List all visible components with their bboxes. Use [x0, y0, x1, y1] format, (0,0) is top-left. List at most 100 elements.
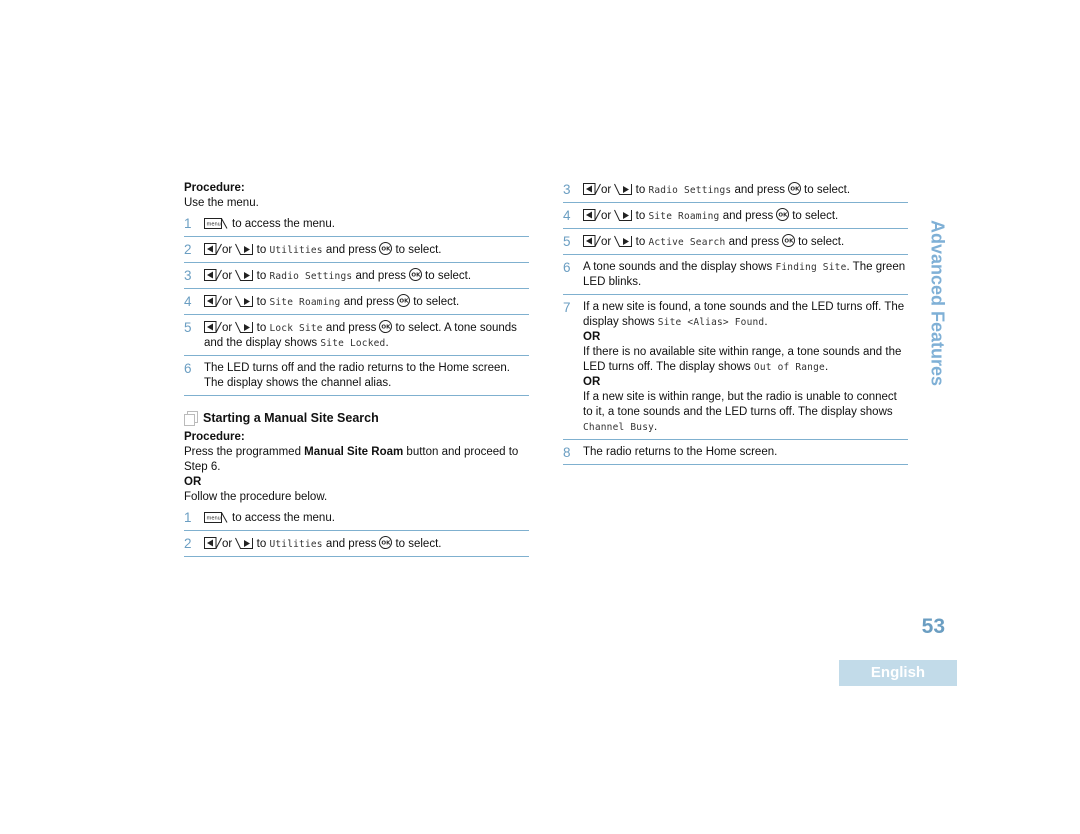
step-number: 2: [184, 536, 192, 551]
outcome-channel-busy: If a new site is within range, but the r…: [583, 391, 897, 433]
step-number: 3: [184, 268, 192, 283]
ok-key-icon: [788, 182, 802, 195]
or-text: or: [601, 236, 612, 248]
left-arrow-key-icon: [204, 295, 222, 307]
step-number: 3: [563, 182, 571, 197]
step-number: 7: [563, 300, 571, 315]
step-number: 1: [184, 216, 192, 231]
press-text: and press: [343, 296, 395, 308]
step-text: The radio returns to the Home screen.: [583, 446, 778, 458]
step-2: 2 or to Utilities and press to select.: [184, 536, 529, 557]
button-name: Manual Site Roam: [304, 446, 404, 458]
left-arrow-key-icon: [204, 269, 222, 281]
right-arrow-key-icon: [235, 269, 254, 281]
or-text: or: [222, 538, 233, 550]
display-text: Active Search: [648, 237, 726, 248]
step-4: 4 or to Site Roaming and press to select.: [184, 294, 529, 315]
step-tail: to select.: [395, 244, 442, 256]
display-text: Channel Busy: [583, 422, 655, 433]
step-number: 8: [563, 445, 571, 460]
left-arrow-key-icon: [583, 183, 601, 195]
right-arrow-key-icon: [235, 537, 254, 549]
left-arrow-key-icon: [583, 209, 601, 221]
step-3: 3 or to Radio Settings and press to selec…: [184, 268, 529, 289]
step-text: The LED turns off and the radio returns …: [204, 362, 510, 389]
chapter-side-tab: Advanced Features: [922, 220, 952, 400]
press-text: and press: [325, 538, 377, 550]
procedure-label: Procedure:: [184, 431, 245, 443]
procedure-intro: Use the menu.: [184, 197, 259, 209]
step-text: A tone sounds and the display shows: [583, 261, 773, 273]
step-2: 2 or to Utilities and press to select.: [184, 242, 529, 263]
follow-text: Follow the procedure below.: [184, 491, 328, 503]
left-arrow-key-icon: [583, 235, 601, 247]
display-text: Utilities: [269, 539, 323, 550]
press-text: and press: [355, 270, 407, 282]
to-text: to: [635, 184, 646, 196]
press-text: and press: [325, 322, 377, 334]
ok-key-icon: [782, 234, 796, 247]
outcome-found: If a new site is found, a tone sounds an…: [583, 301, 905, 328]
display-text: Radio Settings: [269, 271, 353, 282]
step-number: 6: [184, 361, 192, 376]
section-title-text: Starting a Manual Site Search: [203, 411, 379, 425]
display-text: Finding Site: [775, 262, 847, 273]
left-arrow-key-icon: [204, 243, 222, 255]
step-7: 7 If a new site is found, a tone sounds …: [563, 300, 908, 440]
step-tail: to select.: [792, 210, 839, 222]
ok-key-icon: [409, 268, 423, 281]
or-label: OR: [583, 331, 601, 343]
step-text: to access the menu.: [232, 218, 335, 230]
right-arrow-key-icon: [614, 235, 633, 247]
step-number: 2: [184, 242, 192, 257]
or-text: or: [222, 270, 233, 282]
ok-key-icon: [776, 208, 790, 221]
step-number: 4: [563, 208, 571, 223]
step-number: 5: [184, 320, 192, 335]
step-text: If there is no available site within ran…: [583, 346, 902, 373]
step-1: 1 to access the menu.: [184, 216, 529, 237]
to-text: to: [635, 210, 646, 222]
display-text: Site <Alias> Found: [657, 317, 765, 328]
to-text: to: [256, 244, 267, 256]
step-end: .: [385, 337, 389, 349]
ok-key-icon: [379, 242, 393, 255]
step-5: 5 or to Active Search and press to select…: [563, 234, 908, 255]
chapter-title: Advanced Features: [927, 220, 948, 387]
press-text: and press: [734, 184, 786, 196]
section-title: Starting a Manual Site Search: [184, 411, 529, 426]
right-arrow-key-icon: [235, 243, 254, 255]
step-number: 1: [184, 510, 192, 525]
left-arrow-key-icon: [204, 537, 222, 549]
right-arrow-key-icon: [614, 209, 633, 221]
step-tail: to select.: [798, 236, 845, 248]
step-tail: to select.: [804, 184, 851, 196]
right-arrow-key-icon: [614, 183, 633, 195]
step-6: 6 The LED turns off and the radio return…: [184, 361, 529, 396]
intro-text: Press the programmed: [184, 446, 305, 458]
menu-key-icon: [204, 512, 228, 523]
step-number: 5: [563, 234, 571, 249]
menu-key-icon: [204, 218, 228, 229]
to-text: to: [256, 270, 267, 282]
right-arrow-key-icon: [235, 321, 254, 333]
step-tail: to select.: [413, 296, 460, 308]
step-8: 8 The radio returns to the Home screen.: [563, 445, 908, 465]
or-text: or: [222, 244, 233, 256]
or-label: OR: [184, 476, 202, 488]
or-label: OR: [583, 376, 601, 388]
step-number: 6: [563, 260, 571, 275]
step-number: 4: [184, 294, 192, 309]
step-text: If a new site is within range, but the r…: [583, 391, 897, 418]
to-text: to: [256, 538, 267, 550]
step-6: 6 A tone sounds and the display shows Fi…: [563, 260, 908, 295]
step-3: 3 or to Radio Settings and press to selec…: [563, 182, 908, 203]
language-badge: English: [839, 660, 957, 686]
display-text: Site Roaming: [648, 211, 720, 222]
display-text: Lock Site: [269, 323, 323, 334]
display-text: Utilities: [269, 245, 323, 256]
procedure-label: Procedure:: [184, 182, 245, 194]
step-tail: to select.: [395, 538, 442, 550]
ok-key-icon: [379, 320, 393, 333]
section-page-icon: [184, 411, 198, 426]
